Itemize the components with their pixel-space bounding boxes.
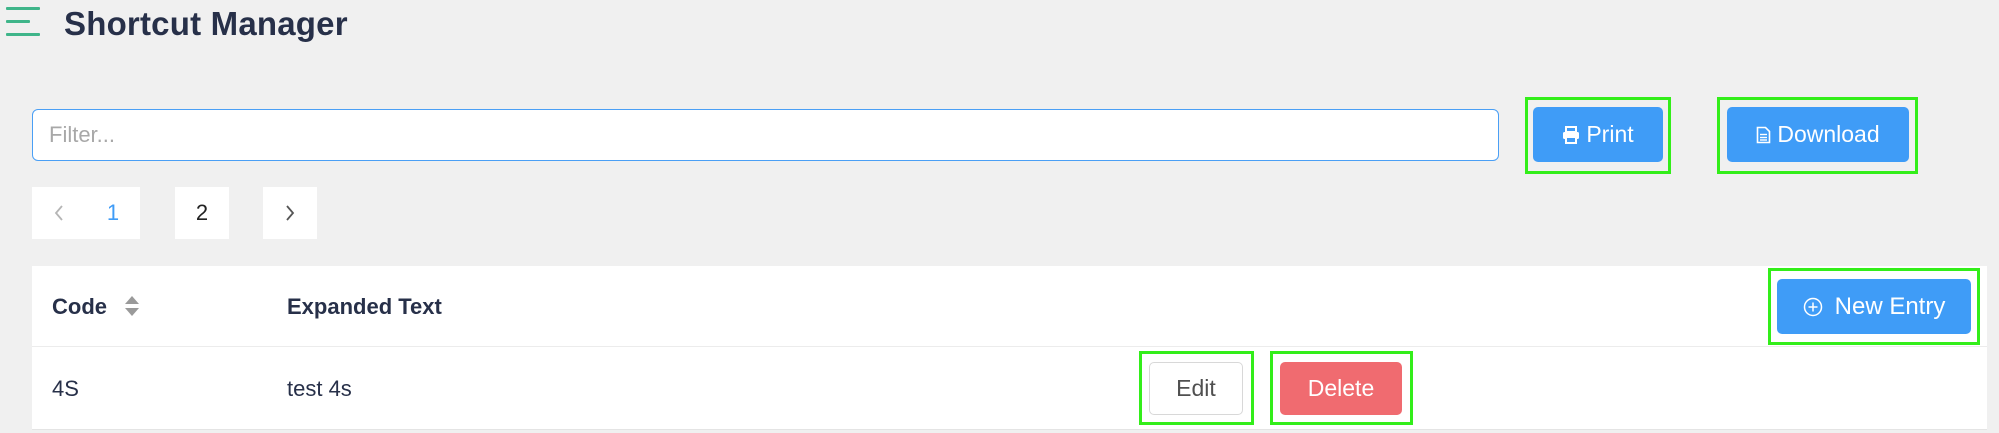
- pagination-page-1[interactable]: 1: [86, 187, 140, 239]
- print-label: Print: [1586, 121, 1634, 147]
- pagination-prev-button[interactable]: [32, 187, 86, 239]
- column-header-code[interactable]: Code: [52, 292, 107, 322]
- download-button[interactable]: Download: [1727, 107, 1909, 162]
- pagination-page-2[interactable]: 2: [175, 187, 229, 239]
- printer-icon: [1562, 125, 1580, 144]
- new-entry-button[interactable]: New Entry: [1777, 279, 1971, 334]
- print-button[interactable]: Print: [1533, 107, 1663, 162]
- plus-circle-icon: [1803, 297, 1823, 317]
- pagination-next-button[interactable]: [263, 187, 317, 239]
- row-code: 4S: [52, 376, 79, 401]
- new-entry-label: New Entry: [1834, 292, 1946, 320]
- row-expanded-text: test 4s: [287, 376, 352, 401]
- delete-button[interactable]: Delete: [1280, 362, 1402, 415]
- document-icon: [1756, 126, 1771, 144]
- chevron-left-icon: [53, 204, 65, 222]
- edit-button[interactable]: Edit: [1149, 362, 1243, 415]
- column-header-expanded-text[interactable]: Expanded Text: [287, 292, 442, 322]
- download-label: Download: [1777, 121, 1880, 147]
- page-title: Shortcut Manager: [64, 5, 348, 42]
- hamburger-menu-icon[interactable]: [4, 4, 40, 40]
- chevron-right-icon: [284, 204, 296, 222]
- sort-icon[interactable]: [124, 295, 140, 317]
- filter-input[interactable]: [32, 109, 1499, 161]
